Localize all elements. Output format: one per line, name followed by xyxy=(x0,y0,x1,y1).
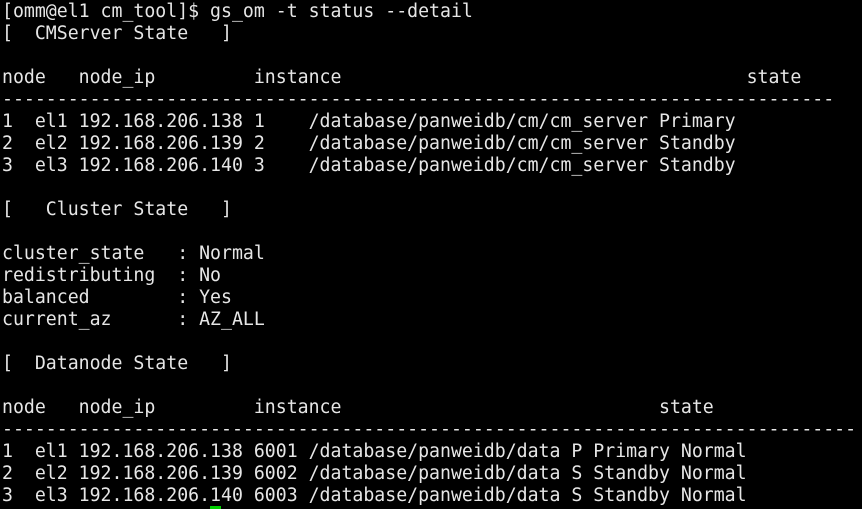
cmserver-table-header: node node_ip instance state xyxy=(2,67,802,88)
cmserver-table-row: 3 el3 192.168.206.140 3 /database/panwei… xyxy=(2,155,736,176)
cluster-state-field: cluster_state : Normal xyxy=(2,243,265,264)
datanode-table-divider: ----------------------------------------… xyxy=(2,419,857,440)
redistributing-field: redistributing : No xyxy=(2,265,221,286)
cluster-state-heading: [ Cluster State ] xyxy=(2,199,232,220)
command-prompt-line: [omm@el1 cm_tool]$ gs_om -t status --det… xyxy=(2,1,473,22)
datanode-state-heading: [ Datanode State ] xyxy=(2,353,232,374)
cmserver-table-row: 2 el2 192.168.206.139 2 /database/panwei… xyxy=(2,133,736,154)
datanode-table-header: node node_ip instance state xyxy=(2,397,714,418)
datanode-table-row: 3 el3 192.168.206.140 6003 /database/pan… xyxy=(2,485,747,506)
current-az-field: current_az : AZ_ALL xyxy=(2,309,265,330)
datanode-table-row: 2 el2 192.168.206.139 6002 /database/pan… xyxy=(2,463,747,484)
cmserver-state-heading: [ CMServer State ] xyxy=(2,23,232,44)
cmserver-table-divider: ----------------------------------------… xyxy=(2,89,835,110)
datanode-table-row: 1 el1 192.168.206.138 6001 /database/pan… xyxy=(2,441,747,462)
balanced-field: balanced : Yes xyxy=(2,287,232,308)
terminal-window[interactable]: [omm@el1 cm_tool]$ gs_om -t status --det… xyxy=(0,0,862,509)
cmserver-table-row: 1 el1 192.168.206.138 1 /database/panwei… xyxy=(2,111,736,132)
